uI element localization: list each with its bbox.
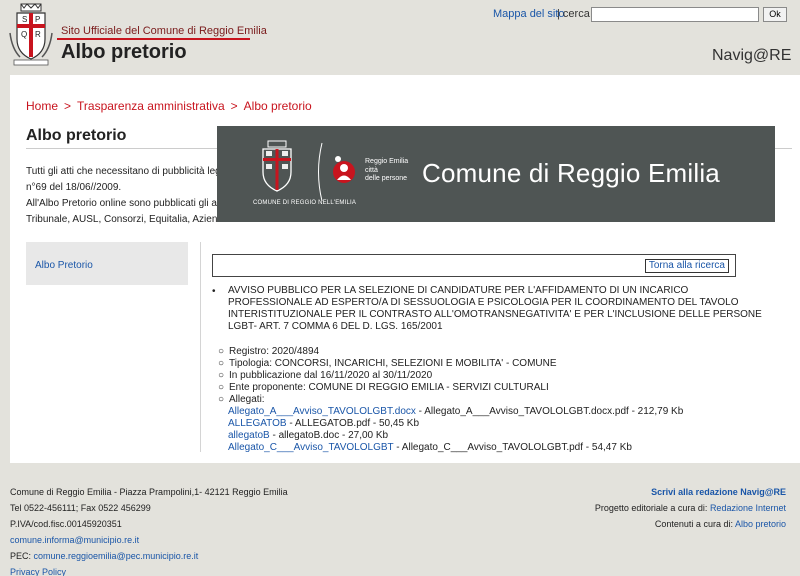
navigare-logo[interactable]: Navig@RE	[712, 47, 791, 65]
circle-bullet-icon: ○	[218, 370, 225, 381]
crest-letter-p: P	[35, 15, 40, 24]
record-tipologia: ○ Tipologia: CONCORSI, INCARICHI, SELEZIO…	[218, 358, 557, 369]
site-title: Albo pretorio	[61, 41, 187, 63]
bullet-icon: •	[212, 286, 216, 297]
result-toolbar: Torna alla ricerca	[212, 254, 736, 277]
footer-privacy-link[interactable]: Privacy Policy	[10, 567, 66, 576]
banner-city-caption: COMUNE DI REGGIO NELL'EMILIA	[253, 200, 357, 206]
footer-contents-label: Contenuti a cura di:	[654, 519, 735, 529]
back-to-search-button[interactable]: Torna alla ricerca	[644, 259, 729, 273]
attachment-info: - ALLEGATOB.pdf - 50,45 Kb	[286, 418, 420, 429]
banner-city-name: Comune di Reggio Emilia	[422, 158, 720, 188]
footer-editorial-label: Progetto editoriale a cura di:	[594, 503, 710, 513]
attachment-item: Allegato_A___Avviso_TAVOLOLGBT.docx - Al…	[228, 406, 683, 417]
pubblicazione-text: In pubblicazione dal 16/11/2020 al 30/11…	[229, 370, 433, 381]
city-crest-icon: S P Q R	[9, 3, 53, 66]
footer-phone: Tel 0522-456111; Fax 0522 456299	[10, 503, 151, 513]
crest-letter-s: S	[22, 15, 27, 24]
attachment-info: - Allegato_C___Avviso_TAVOLOLGBT.pdf - 5…	[393, 442, 632, 453]
banner-crest-icon	[262, 140, 292, 192]
attachment-link[interactable]: Allegato_C___Avviso_TAVOLOLGBT	[228, 442, 393, 453]
allegati-label: Allegati:	[229, 394, 265, 405]
site-header: S P Q R Sito Ufficiale del Comune di Reg…	[0, 0, 800, 75]
circle-bullet-icon: ○	[218, 346, 225, 357]
banner-subtitle-citta: città	[365, 167, 378, 174]
footer-address: Comune di Reggio Emilia - Piazza Prampol…	[10, 487, 288, 497]
footer-editorial-link[interactable]: Redazione Internet	[710, 503, 786, 513]
record-pubblicazione: ○ In pubblicazione dal 16/11/2020 al 30/1…	[218, 370, 432, 381]
crest-letter-r: R	[35, 30, 41, 39]
official-site-link[interactable]: Sito Ufficiale del Comune di Reggio Emil…	[61, 25, 267, 37]
search-ok-button[interactable]: Ok	[763, 7, 787, 22]
footer-contents-link[interactable]: Albo pretorio	[735, 519, 786, 529]
tipologia-text: Tipologia: CONCORSI, INCARICHI, SELEZION…	[229, 358, 557, 369]
footer-email-link[interactable]: comune.informa@municipio.re.it	[10, 535, 139, 545]
circle-bullet-icon: ○	[218, 382, 225, 393]
header-red-rule	[57, 38, 250, 40]
breadcrumb-home[interactable]: Home	[26, 99, 58, 113]
banner-subtitle-city: Reggio Emilia	[365, 158, 409, 165]
crest-letter-q: Q	[21, 30, 27, 39]
circle-bullet-icon: ○	[218, 394, 225, 405]
attachment-item: allegatoB - allegatoB.doc - 27,00 Kb	[228, 430, 388, 441]
record-allegati: ○ Allegati:	[218, 394, 265, 405]
footer-contacts: Comune di Reggio Emilia - Piazza Prampol…	[10, 484, 288, 576]
breadcrumb: Home > Trasparenza amministrativa > Albo pre…	[26, 99, 312, 113]
attachment-item: ALLEGATOB - ALLEGATOB.pdf - 50,45 Kb	[228, 418, 419, 429]
footer-write-link[interactable]: Scrivi alla redazione Navig@RE	[651, 487, 786, 497]
attachment-link[interactable]: allegatoB	[228, 430, 270, 441]
footer-pec-link[interactable]: comune.reggioemilia@pec.municipio.re.it	[34, 551, 199, 561]
search-label: | cerca	[557, 8, 590, 20]
sidebar: Albo Pretorio	[26, 242, 188, 285]
main-content: Home > Trasparenza amministrativa > Albo pre…	[10, 75, 800, 463]
attachment-item: Allegato_C___Avviso_TAVOLOLGBT - Allegat…	[228, 442, 632, 453]
city-banner: COMUNE DI REGGIO NELL'EMILIA Reggio Emil…	[217, 126, 775, 222]
footer-piva: P.IVA/cod.fisc.00145920351	[10, 519, 122, 529]
record-title: AVVISO PUBBLICO PER LA SELEZIONE DI CAND…	[228, 285, 762, 332]
search-input[interactable]	[591, 7, 759, 22]
footer-credits: Scrivi alla redazione Navig@RE Progetto …	[595, 484, 786, 532]
sidebar-item-albo-pretorio[interactable]: Albo Pretorio	[35, 260, 93, 271]
footer-pec-label: PEC:	[10, 551, 34, 561]
breadcrumb-separator: >	[230, 99, 238, 113]
banner-subtitle-persone: delle persone	[365, 175, 408, 182]
sitemap-link[interactable]: Mappa del sito	[493, 8, 565, 20]
page-title: Albo pretorio	[26, 127, 127, 144]
registro-text: Registro: 2020/4894	[229, 346, 320, 357]
attachment-link[interactable]: ALLEGATOB	[228, 418, 287, 429]
record-registro: ○ Registro: 2020/4894	[218, 346, 319, 357]
breadcrumb-trasparenza[interactable]: Trasparenza amministrativa	[77, 99, 225, 113]
attachment-info: - allegatoB.doc - 27,00 Kb	[269, 430, 389, 441]
ente-text: Ente proponente: COMUNE DI REGGIO EMILIA…	[229, 382, 549, 393]
attachment-link[interactable]: Allegato_A___Avviso_TAVOLOLGBT.docx	[228, 406, 416, 417]
attachment-info: - Allegato_A___Avviso_TAVOLOLGBT.docx.pd…	[415, 406, 684, 417]
banner-divider-icon	[318, 142, 323, 202]
record-ente: ○ Ente proponente: COMUNE DI REGGIO EMILI…	[218, 382, 549, 393]
sidebar-divider	[200, 242, 201, 452]
breadcrumb-albo[interactable]: Albo pretorio	[244, 99, 312, 113]
citta-persone-icon	[333, 156, 355, 183]
circle-bullet-icon: ○	[218, 358, 225, 369]
breadcrumb-separator: >	[64, 99, 72, 113]
